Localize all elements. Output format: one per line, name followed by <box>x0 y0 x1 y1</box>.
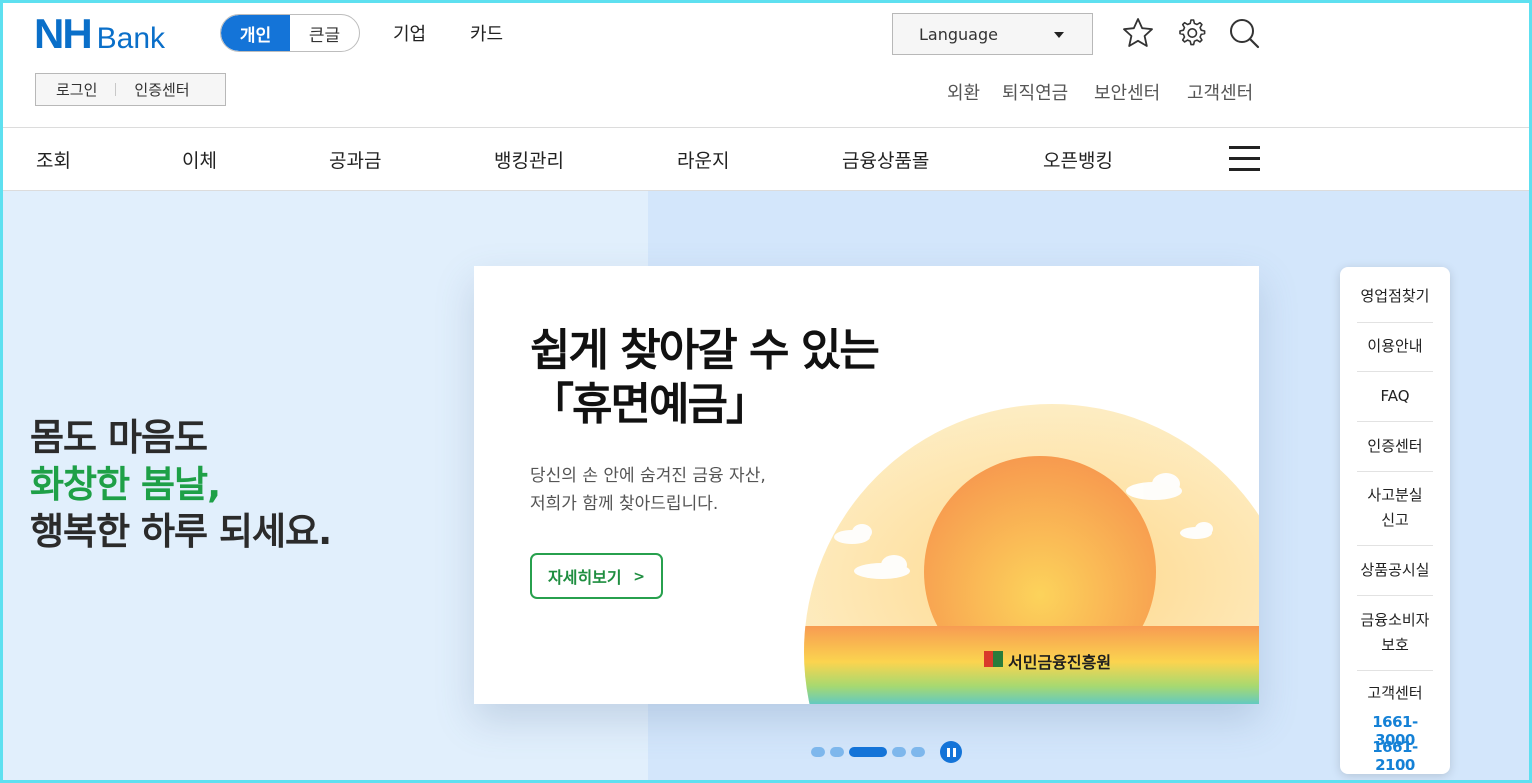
banner-button-label: 자세히보기 <box>548 568 622 587</box>
gnb-item-utility[interactable]: 공과금 <box>329 146 381 173</box>
logo-nh-text: NH <box>34 10 93 57</box>
quick-divider <box>1357 421 1433 422</box>
quick-faq[interactable]: FAQ <box>1357 384 1433 409</box>
login-bar: 로그인 인증센터 <box>35 73 226 106</box>
quick-loss-report-2[interactable]: 신고 <box>1357 508 1433 533</box>
toggle-large-text[interactable]: 큰글 <box>290 15 359 51</box>
login-link[interactable]: 로그인 <box>56 79 97 100</box>
gnb-item-banking-mgmt[interactable]: 뱅킹관리 <box>494 146 564 173</box>
quick-menu: 영업점찾기 이용안내 FAQ 인증센터 사고분실 신고 상품공시실 금융소비자 … <box>1340 267 1450 774</box>
logo-bank-text: Bank <box>96 22 166 55</box>
slogan-line-2: 화창한 봄날, <box>30 463 221 506</box>
sunrise-illustration: 서민금융진흥원 <box>804 404 1259 704</box>
gnb-item-transfer[interactable]: 이체 <box>182 146 217 173</box>
quick-loss-report-1[interactable]: 사고분실 <box>1357 483 1433 508</box>
quick-cert-center[interactable]: 인증센터 <box>1357 434 1433 459</box>
util-link-fx[interactable]: 외환 <box>947 79 980 105</box>
banner-desc-line-1: 당신의 손 안에 숨겨진 금융 자산, <box>530 466 766 486</box>
quick-divider <box>1357 545 1433 546</box>
carousel-dot[interactable] <box>911 747 925 757</box>
cert-center-link[interactable]: 인증센터 <box>134 79 189 100</box>
banner-card[interactable]: 쉽게 찾아갈 수 있는 「휴면예금」 당신의 손 안에 숨겨진 금융 자산, 저… <box>474 266 1259 704</box>
corporate-link[interactable]: 기업 <box>393 20 426 46</box>
personal-largetext-toggle: 개인 큰글 <box>220 14 360 52</box>
nh-bank-logo[interactable]: NH Bank <box>34 10 166 59</box>
banner-logo-text: 서민금융진흥원 <box>1008 653 1111 672</box>
menu-icon[interactable] <box>1229 146 1260 172</box>
header-divider <box>3 127 1529 128</box>
card-link[interactable]: 카드 <box>470 20 503 46</box>
chevron-right-icon: > <box>633 569 645 585</box>
slogan-line-1: 몸도 마음도 <box>30 416 208 459</box>
quick-consumer-protection-2[interactable]: 보호 <box>1357 633 1433 658</box>
caret-down-icon <box>1054 32 1064 38</box>
quick-consumer-protection-1[interactable]: 금융소비자 <box>1357 608 1433 633</box>
quick-divider <box>1357 371 1433 372</box>
toggle-personal[interactable]: 개인 <box>221 15 290 51</box>
quick-customer-center: 고객센터 <box>1367 684 1423 702</box>
pause-icon[interactable] <box>940 741 962 763</box>
util-link-customer[interactable]: 고객센터 <box>1187 79 1253 105</box>
search-icon[interactable] <box>1227 16 1261 50</box>
quick-branch-finder[interactable]: 영업점찾기 <box>1357 284 1433 309</box>
language-select-value: Language <box>919 24 998 44</box>
slogan-line-3: 행복한 하루 되세요. <box>30 510 332 553</box>
gnb-item-inquiry[interactable]: 조회 <box>36 146 71 173</box>
phone-number[interactable]: 1661-2100 <box>1357 738 1433 774</box>
banner-title-line-1: 쉽게 찾아갈 수 있는 <box>530 325 880 376</box>
gnb-item-open-banking[interactable]: 오픈뱅킹 <box>1043 146 1113 173</box>
gnb-item-lounge[interactable]: 라운지 <box>677 146 729 173</box>
util-link-pension[interactable]: 퇴직연금 <box>1002 79 1068 105</box>
language-select[interactable]: Language <box>892 13 1093 55</box>
star-icon[interactable] <box>1121 16 1155 50</box>
banner-desc-line-2: 저희가 함께 찾아드립니다. <box>530 494 719 514</box>
carousel-dot[interactable] <box>892 747 906 757</box>
util-link-security[interactable]: 보안센터 <box>1094 79 1160 105</box>
hero-slogan: 몸도 마음도 화창한 봄날, 행복한 하루 되세요. <box>30 414 332 555</box>
divider <box>115 83 117 96</box>
carousel-dot[interactable] <box>811 747 825 757</box>
banner-detail-button[interactable]: 자세히보기 > <box>530 553 663 599</box>
quick-divider <box>1357 670 1433 671</box>
quick-usage-guide[interactable]: 이용안내 <box>1357 334 1433 359</box>
quick-divider <box>1357 471 1433 472</box>
quick-divider <box>1357 322 1433 323</box>
quick-product-disclosure[interactable]: 상품공시실 <box>1357 558 1433 583</box>
quick-divider <box>1357 595 1433 596</box>
gear-icon[interactable] <box>1174 16 1208 50</box>
gnb-item-product-mall[interactable]: 금융상품몰 <box>842 146 929 173</box>
carousel-dot[interactable] <box>830 747 844 757</box>
carousel-dot-active[interactable] <box>849 747 887 757</box>
banner-description: 당신의 손 안에 숨겨진 금융 자산, 저희가 함께 찾아드립니다. <box>530 462 766 518</box>
carousel-indicators <box>811 741 962 763</box>
